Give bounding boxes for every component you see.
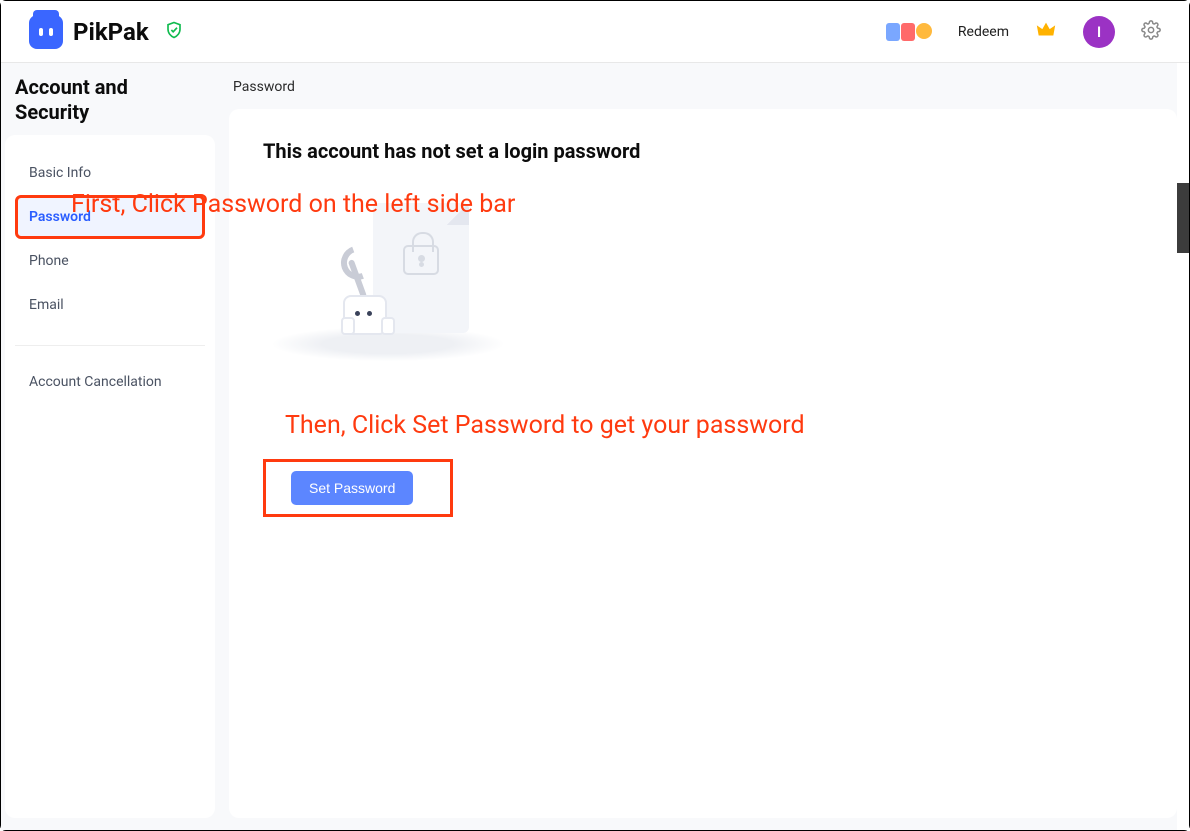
sidebar-title: Account and Security: [5, 73, 215, 135]
logo-icon: [29, 15, 63, 49]
reward-icons[interactable]: [886, 23, 932, 41]
app-header: PikPak Redeem I: [1, 1, 1189, 63]
sidebar-item-account-cancellation[interactable]: Account Cancellation: [15, 360, 205, 404]
logo-block[interactable]: PikPak: [29, 15, 183, 49]
sidebar: Account and Security Basic Info Password…: [5, 73, 215, 818]
gear-icon[interactable]: [1141, 20, 1161, 44]
sidebar-item-basic-info[interactable]: Basic Info: [15, 151, 205, 195]
shield-icon: [165, 21, 183, 43]
empty-state-illustration: [273, 199, 503, 369]
brand-name: PikPak: [73, 18, 149, 46]
avatar[interactable]: I: [1083, 16, 1115, 48]
sidebar-item-password[interactable]: Password: [15, 195, 205, 239]
lock-icon: [403, 245, 439, 275]
window-edge: [1177, 63, 1189, 830]
redeem-link[interactable]: Redeem: [958, 24, 1009, 40]
main-content: Password This account has not set a logi…: [229, 73, 1177, 818]
crown-icon[interactable]: [1035, 19, 1057, 45]
header-actions: Redeem I: [886, 16, 1161, 48]
wrench-icon: [333, 243, 378, 300]
sidebar-item-phone[interactable]: Phone: [15, 239, 205, 283]
sidebar-item-email[interactable]: Email: [15, 283, 205, 327]
set-password-button[interactable]: Set Password: [291, 471, 413, 505]
robot-icon: [343, 295, 387, 335]
set-password-highlight: Set Password: [263, 459, 453, 517]
page-heading: This account has not set a login passwor…: [263, 139, 1143, 163]
breadcrumb: Password: [229, 73, 1177, 109]
